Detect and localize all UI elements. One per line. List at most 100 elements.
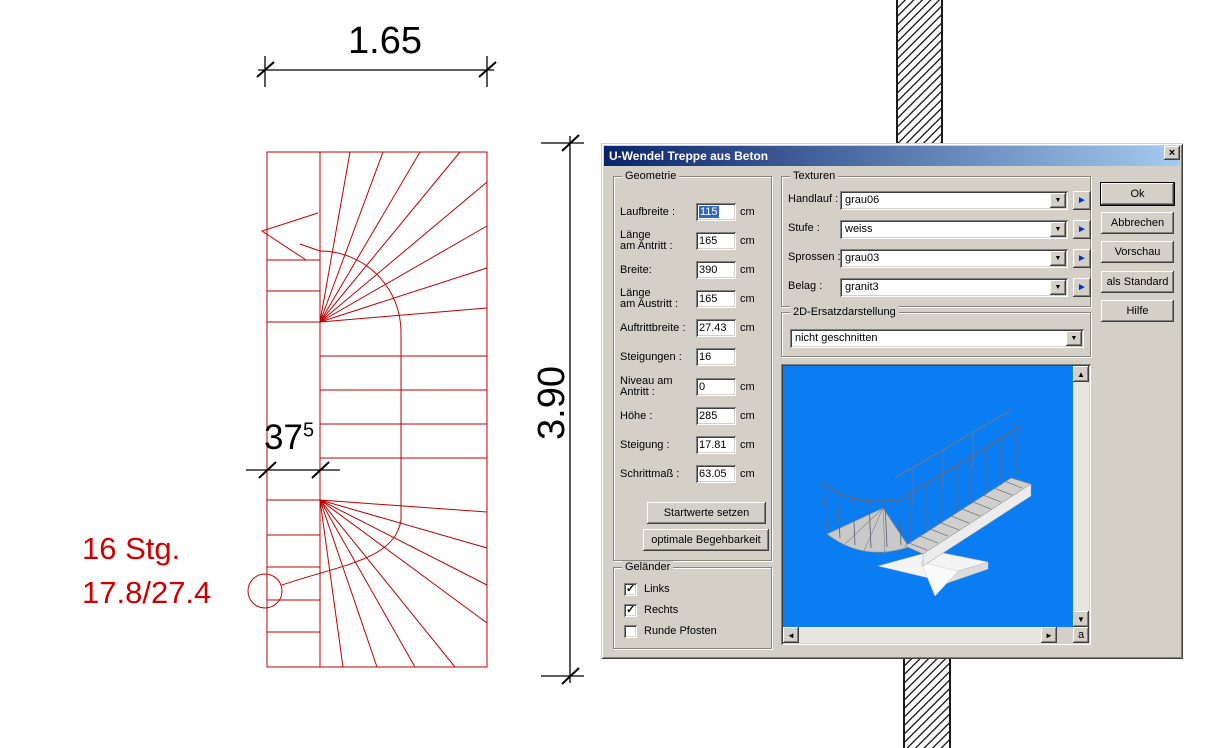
unit-label: cm xyxy=(740,264,755,276)
sprossen-value: grau03 xyxy=(845,252,879,264)
help-button[interactable]: Hilfe xyxy=(1101,300,1174,322)
check-icon: ✓ xyxy=(626,603,635,616)
preview-fit-button[interactable]: a xyxy=(1073,627,1089,643)
handlauf-browse-button[interactable]: ► xyxy=(1073,191,1091,210)
startwerte-setzen-button[interactable]: Startwerte setzen xyxy=(647,502,766,524)
sprossen-browse-button[interactable]: ► xyxy=(1073,249,1091,268)
help-label: Hilfe xyxy=(1126,305,1148,317)
geometry-row-hoehe: Höhe : 285 cm xyxy=(620,404,768,428)
chevron-down-icon[interactable]: ▼ xyxy=(1050,222,1066,237)
preview-label: Vorschau xyxy=(1115,246,1161,258)
steigungen-field[interactable]: 16 xyxy=(696,348,736,366)
scroll-left-icon[interactable]: ◄ xyxy=(783,627,799,643)
geometry-group-label: Geometrie xyxy=(622,170,679,182)
chevron-down-icon[interactable]: ▼ xyxy=(1066,331,1082,346)
cancel-button[interactable]: Abbrechen xyxy=(1101,212,1174,234)
laenge-antritt-field[interactable]: 165 xyxy=(696,232,736,250)
runde-pfosten-checkbox[interactable] xyxy=(624,625,637,638)
preview-3d-canvas[interactable] xyxy=(783,366,1073,627)
unit-label: cm xyxy=(740,410,755,422)
links-checkbox[interactable]: ✓ xyxy=(624,583,637,596)
field-label: Laufbreite : xyxy=(620,207,696,218)
twod-select[interactable]: nicht geschnitten ▼ xyxy=(790,329,1084,348)
steigung-field[interactable]: 17.81 xyxy=(696,436,736,454)
unit-label: cm xyxy=(740,439,755,451)
breite-field[interactable]: 390 xyxy=(696,261,736,279)
breite-value: 390 xyxy=(699,264,717,276)
dimension-height-label: 3.90 xyxy=(531,348,573,458)
chevron-down-icon[interactable]: ▼ xyxy=(1050,280,1066,295)
rechts-label: Rechts xyxy=(644,604,678,616)
geometry-group: Geometrie Laufbreite : 115 cm Länge am A… xyxy=(613,176,772,561)
browse-arrow-icon: ► xyxy=(1077,225,1087,235)
unit-label: cm xyxy=(740,468,755,480)
ok-label: Ok xyxy=(1130,188,1144,200)
unit-label: cm xyxy=(740,381,755,393)
geometry-row-schrittmass: Schrittmaß : 63.05 cm xyxy=(620,462,768,486)
textures-group: Texturen Handlauf : grau06 ▼ ► Stufe : w… xyxy=(781,176,1091,307)
belag-browse-button[interactable]: ► xyxy=(1073,278,1091,297)
field-label: Schrittmaß : xyxy=(620,469,696,480)
als-standard-button[interactable]: als Standard xyxy=(1101,271,1174,293)
schrittmass-field[interactable]: 63.05 xyxy=(696,465,736,483)
field-label: Breite: xyxy=(620,265,696,276)
laenge-austritt-value: 165 xyxy=(699,293,717,305)
chevron-down-icon[interactable]: ▼ xyxy=(1050,193,1066,208)
dialog-titlebar[interactable]: U-Wendel Treppe aus Beton xyxy=(604,146,1180,166)
browse-arrow-icon: ► xyxy=(1077,196,1087,206)
laenge-austritt-field[interactable]: 165 xyxy=(696,290,736,308)
stufe-select[interactable]: weiss ▼ xyxy=(840,220,1068,239)
unit-label: cm xyxy=(740,293,755,305)
sprossen-select[interactable]: grau03 ▼ xyxy=(840,249,1068,268)
scroll-right-icon[interactable]: ► xyxy=(1041,627,1057,643)
geometry-row-steigung: Steigung : 17.81 cm xyxy=(620,433,768,457)
cancel-label: Abbrechen xyxy=(1111,217,1164,229)
railing-group-label: Geländer xyxy=(622,561,673,573)
preview-horizontal-scrollbar[interactable]: ◄ ► xyxy=(783,627,1057,643)
stair-count-annotation: 16 Stg. xyxy=(82,531,180,567)
preview-button[interactable]: Vorschau xyxy=(1101,241,1174,263)
field-label: Steigung : xyxy=(620,440,696,451)
close-button[interactable]: × xyxy=(1164,146,1180,160)
geometry-row-steigungen: Steigungen : 16 xyxy=(620,345,768,369)
ok-button[interactable]: Ok xyxy=(1101,183,1174,205)
links-label: Links xyxy=(644,583,670,595)
dialog-title: U-Wendel Treppe aus Beton xyxy=(609,149,768,163)
check-icon: ✓ xyxy=(626,582,635,595)
geometry-row-auftrittbreite: Auftrittbreite : 27.43 cm xyxy=(620,316,768,340)
schrittmass-value: 63.05 xyxy=(699,468,727,480)
sprossen-label: Sprossen : xyxy=(788,251,841,263)
optimale-begehbarkeit-button[interactable]: optimale Begehbarkeit xyxy=(643,529,769,551)
railing-group: Geländer ✓ Links ✓ Rechts Runde Pfosten xyxy=(613,567,772,649)
niveau-antritt-field[interactable]: 0 xyxy=(696,378,736,396)
scroll-down-icon[interactable]: ▼ xyxy=(1073,611,1089,627)
railing-option-rechts: ✓ Rechts xyxy=(624,602,678,618)
twod-value: nicht geschnitten xyxy=(795,332,878,344)
hoehe-field[interactable]: 285 xyxy=(696,407,736,425)
dimension-inner-label: 375 xyxy=(264,418,314,458)
browse-arrow-icon: ► xyxy=(1077,254,1087,264)
preview-vertical-scrollbar[interactable]: ▲ ▼ xyxy=(1073,366,1089,627)
chevron-down-icon[interactable]: ▼ xyxy=(1050,251,1066,266)
auftrittbreite-value: 27.43 xyxy=(699,322,727,334)
belag-value: granit3 xyxy=(845,281,879,293)
laufbreite-field[interactable]: 115 xyxy=(696,203,736,221)
field-label: Niveau am Antritt : xyxy=(620,376,696,398)
railing-option-runde-pfosten: Runde Pfosten xyxy=(624,623,717,639)
stufe-label: Stufe : xyxy=(788,222,820,234)
steigungen-value: 16 xyxy=(699,351,711,363)
dimension-width-label: 1.65 xyxy=(330,20,440,63)
scroll-up-icon[interactable]: ▲ xyxy=(1073,366,1089,382)
stufe-browse-button[interactable]: ► xyxy=(1073,220,1091,239)
unit-label: cm xyxy=(740,235,755,247)
dimension-inner-value: 37 xyxy=(264,418,303,457)
laenge-antritt-value: 165 xyxy=(699,235,717,247)
rechts-checkbox[interactable]: ✓ xyxy=(624,604,637,617)
optimale-begehbarkeit-label: optimale Begehbarkeit xyxy=(651,534,760,546)
belag-select[interactable]: granit3 ▼ xyxy=(840,278,1068,297)
wall-section-bottom xyxy=(903,658,951,748)
handlauf-select[interactable]: grau06 ▼ xyxy=(840,191,1068,210)
geometry-row-laenge-austritt: Länge am Austritt : 165 cm xyxy=(620,287,768,311)
dimension-inner-superscript: 5 xyxy=(303,419,314,441)
auftrittbreite-field[interactable]: 27.43 xyxy=(696,319,736,337)
